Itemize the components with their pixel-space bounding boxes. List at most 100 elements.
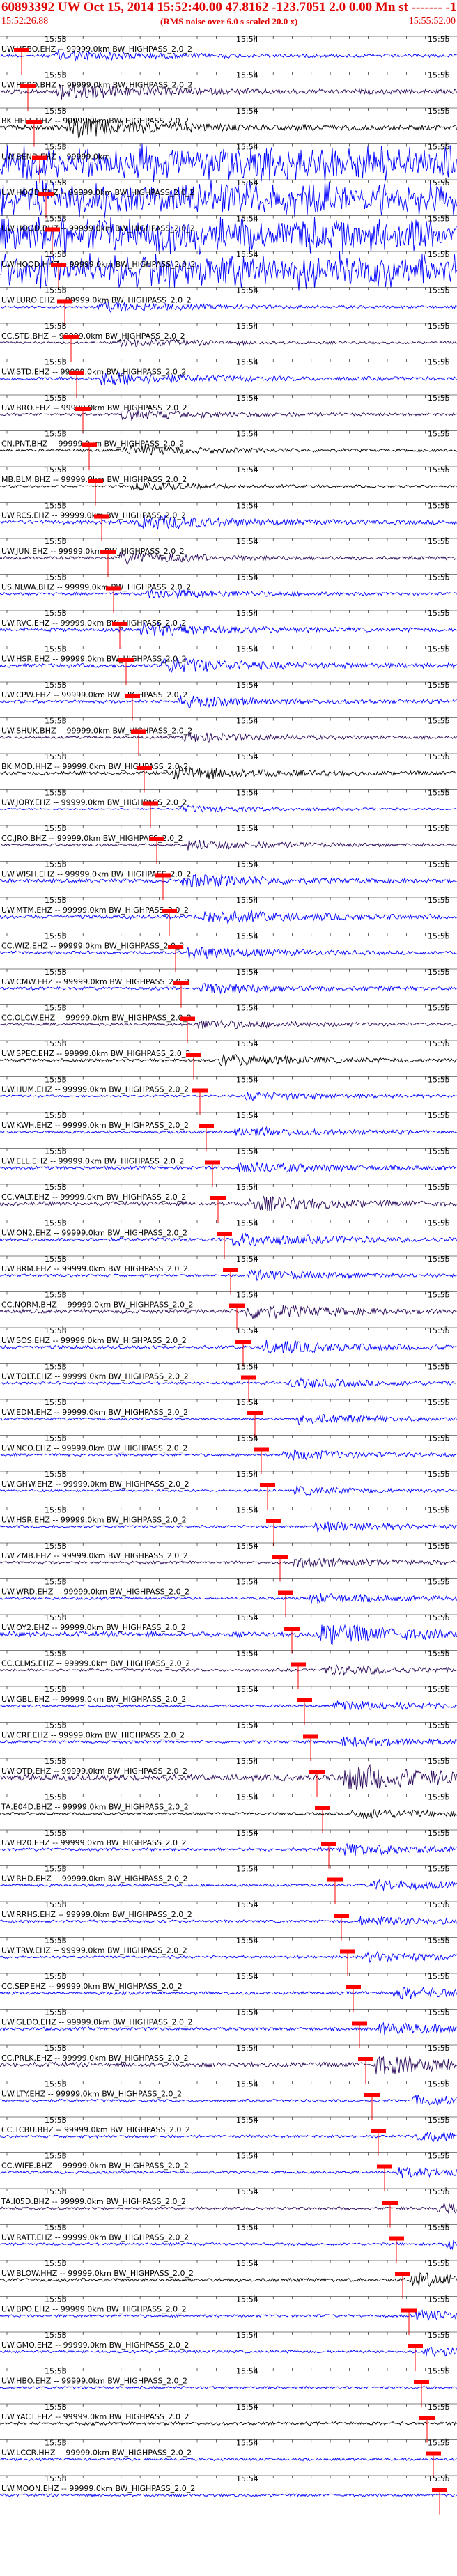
- time-tick-label: 15:55: [428, 2439, 450, 2448]
- channel-label: UW.HOOD.BHZ -- 99999.0km BW_HIGHPASS_2.0…: [1, 224, 195, 233]
- trace-row: 15:53 15:54 15:55 CC.CLMS.EHZ -- 99999.0km …: [0, 1649, 457, 1689]
- channel-label: UW.HBO.EHZ -- 99999.0km BW_HIGHPASS_2.0_…: [1, 2377, 187, 2386]
- time-tick-label: 15:53: [45, 1542, 67, 1551]
- trace-row: 15:53 15:54 15:55 UW.SOS.EHZ -- 99999.0km B…: [0, 1326, 457, 1367]
- trace-row: 15:53 15:54 15:55 CC.VALT.EHZ -- 99999.0km …: [0, 1183, 457, 1223]
- time-tick-label: 15:53: [45, 1900, 67, 1909]
- waveform: [0, 2492, 457, 2498]
- trace-row: 15:53 15:54 15:55 UW.STD.EHZ -- 99999.0km B…: [0, 357, 457, 398]
- trace-row: 15:53 15:54 15:55 UW.HBO.EHZ -- 99999.0km B…: [0, 2366, 457, 2407]
- time-tick-label: 15:54: [236, 358, 258, 367]
- time-tick-label: 15:55: [428, 215, 450, 224]
- trace-row: 15:53 15:54 15:55UW.HEBO.BHZ -- 99999.0km …: [0, 70, 457, 111]
- time-tick-label: 15:55: [428, 502, 450, 511]
- time-tick-label: 15:54: [236, 1255, 258, 1264]
- channel-label: UW.RCS.EHZ -- 99999.0km BW_HIGHPASS_2.0_…: [1, 511, 186, 520]
- time-tick-label: 15:54: [236, 2331, 258, 2340]
- time-tick-label: 15:53: [45, 1865, 67, 1874]
- time-tick-label: 15:55: [428, 2187, 450, 2196]
- time-tick-label: 15:55: [428, 1542, 450, 1551]
- channel-label: UW.WRD.EHZ -- 99999.0km BW_HIGHPASS_2.0_…: [1, 1588, 189, 1597]
- channel-label: UW.TRW.EHZ -- 99999.0km BW_HIGHPASS_2.0_…: [1, 1946, 187, 1955]
- time-tick-label: 15:55: [428, 717, 450, 726]
- trace-row: 15:53 15:54 15:55 UW.GHW.EHZ -- 99999.0km B…: [0, 1470, 457, 1510]
- time-tick-label: 15:53: [45, 752, 67, 761]
- time-tick-label: 15:53: [45, 71, 67, 80]
- time-tick-label: 15:55: [428, 2367, 450, 2376]
- trace-row: 15:53 15:54 15:55 CC.OLCW.EHZ -- 99999.0km …: [0, 1003, 457, 1043]
- trace-row: 15:53 15:54 15:55 UW.MTM.EHZ -- 99999.0km B…: [0, 896, 457, 936]
- trace-row: 15:53 15:54 15:55 UW.RCS.EHZ -- 99999.0km B…: [0, 501, 457, 541]
- channel-label: UW.RHD.EHZ -- 99999.0km BW_HIGHPASS_2.0_…: [1, 1875, 188, 1884]
- channel-label: CC.VALT.EHZ -- 99999.0km BW_HIGHPASS_2.0…: [1, 1193, 186, 1202]
- channel-label: UW.CRF.EHZ -- 99999.0km BW_HIGHPASS_2.0_…: [1, 1731, 185, 1740]
- time-tick-label: 15:55: [428, 394, 450, 403]
- trace-row: 15:53 15:54 15:55 UW.MOON.EHZ -- 99999.0km …: [0, 2474, 457, 2515]
- time-tick-label: 15:54: [236, 1363, 258, 1372]
- trace-row: 15:53 15:54 15:55 TA.E04D.BHZ -- 99999.0km …: [0, 1792, 457, 1833]
- channel-label: UW.ON2.EHZ -- 99999.0km BW_HIGHPASS_2.0_…: [1, 1229, 187, 1238]
- time-tick-label: 15:54: [236, 2080, 258, 2089]
- time-tick-label: 15:54: [236, 322, 258, 331]
- time-tick-label: 15:53: [45, 1470, 67, 1479]
- time-tick-label: 15:53: [45, 968, 67, 977]
- time-tick-label: 15:53: [45, 860, 67, 869]
- time-tick-label: 15:55: [428, 932, 450, 941]
- trace-row: 15:53 15:54 15:55 UW.WRD.EHZ -- 99999.0km B…: [0, 1577, 457, 1617]
- time-tick-label: 15:53: [45, 286, 67, 295]
- trace-row: 15:53 15:54 15:55MB.BLM.BHZ -- 99999.0km B…: [0, 465, 457, 506]
- time-tick-label: 15:55: [428, 2259, 450, 2268]
- time-tick-label: 15:54: [236, 394, 258, 403]
- time-tick-label: 15:55: [428, 143, 450, 152]
- time-tick-label: 15:54: [236, 2295, 258, 2304]
- channel-label: UW.YACT.EHZ -- 99999.0km BW_HIGHPASS_2.0…: [1, 2412, 189, 2421]
- time-tick-label: 15:53: [45, 1111, 67, 1120]
- channel-label: UW.EDM.EHZ -- 99999.0km BW_HIGHPASS_2.0_…: [1, 1408, 188, 1417]
- channel-label: UW.MTM.EHZ -- 99999.0km BW_HIGHPASS_2.0_…: [1, 906, 189, 915]
- trace-row: 15:53 15:54 15:55 UW.KWH.EHZ -- 99999.0km B…: [0, 1111, 457, 1151]
- time-tick-label: 15:55: [428, 789, 450, 798]
- time-tick-label: 15:54: [236, 968, 258, 977]
- time-tick-label: 15:54: [236, 2224, 258, 2233]
- channel-label: CC.STD.BHZ -- 99999.0km BW_HIGHPASS_2.0_…: [1, 332, 185, 341]
- trace-row: 15:53 15:54 15:55 UW.BPO.EHZ -- 99999.0km B…: [0, 2295, 457, 2335]
- time-tick-label: 15:53: [45, 2439, 67, 2448]
- channel-label: UW.MOON.EHZ -- 99999.0km BW_HIGHPASS_2.0…: [1, 2484, 195, 2493]
- channel-label: UW.GLDO.EHZ -- 99999.0km BW_HIGHPASS_2.0…: [1, 2018, 193, 2027]
- time-tick-label: 15:54: [236, 1578, 258, 1587]
- time-tick-label: 15:55: [428, 250, 450, 259]
- time-tick-label: 15:54: [236, 1937, 258, 1946]
- channel-label: UW.GBL.EHZ -- 99999.0km BW_HIGHPASS_2.0_…: [1, 1695, 186, 1704]
- trace-row: 15:53 15:54 15:55 UW.RVC.EHZ -- 99999.0km B…: [0, 609, 457, 649]
- time-tick-label: 15:55: [428, 2116, 450, 2125]
- time-tick-label: 15:53: [45, 2403, 67, 2412]
- channel-label: UW.HSR.EHZ -- 99999.0km BW_HIGHPASS_2.0_…: [1, 655, 187, 664]
- time-tick-label: 15:54: [236, 789, 258, 798]
- time-tick-label: 15:53: [45, 1972, 67, 1981]
- time-tick-label: 15:54: [236, 71, 258, 80]
- time-tick-label: 15:54: [236, 645, 258, 654]
- time-tick-label: 15:53: [45, 1183, 67, 1192]
- time-tick-label: 15:54: [236, 465, 258, 474]
- time-tick-label: 15:55: [428, 645, 450, 654]
- time-tick-label: 15:55: [428, 573, 450, 582]
- trace-row: 15:53 15:54 15:55 CC.WIFE.BHZ -- 99999.0km …: [0, 2151, 457, 2191]
- time-tick-label: 15:53: [45, 35, 67, 44]
- time-tick-label: 15:55: [428, 1972, 450, 1981]
- trace-row: 15:53 15:54 15:55CN.PNT.BHZ -- 99999.0km B…: [0, 429, 457, 470]
- time-tick-label: 15:53: [45, 322, 67, 331]
- time-tick-label: 15:55: [428, 1650, 450, 1659]
- channel-label: BK.MOD.HHZ -- 99999.0km BW_HIGHPASS_2.0_…: [1, 762, 188, 771]
- time-tick-label: 15:55: [428, 1434, 450, 1443]
- time-tick-label: 15:55: [428, 681, 450, 690]
- time-tick-label: 15:53: [45, 1829, 67, 1838]
- time-tick-label: 15:54: [236, 1004, 258, 1013]
- time-tick-label: 15:54: [236, 609, 258, 618]
- time-tick-label: 15:54: [236, 430, 258, 439]
- time-tick-label: 15:54: [236, 2367, 258, 2376]
- time-tick-label: 15:55: [428, 1900, 450, 1909]
- time-tick-label: 15:54: [236, 2439, 258, 2448]
- trace-row: 15:53 15:54 15:55 BK.MOD.HHZ -- 99999.0km B…: [0, 752, 457, 793]
- time-tick-label: 15:53: [45, 2116, 67, 2125]
- time-tick-label: 15:54: [236, 896, 258, 905]
